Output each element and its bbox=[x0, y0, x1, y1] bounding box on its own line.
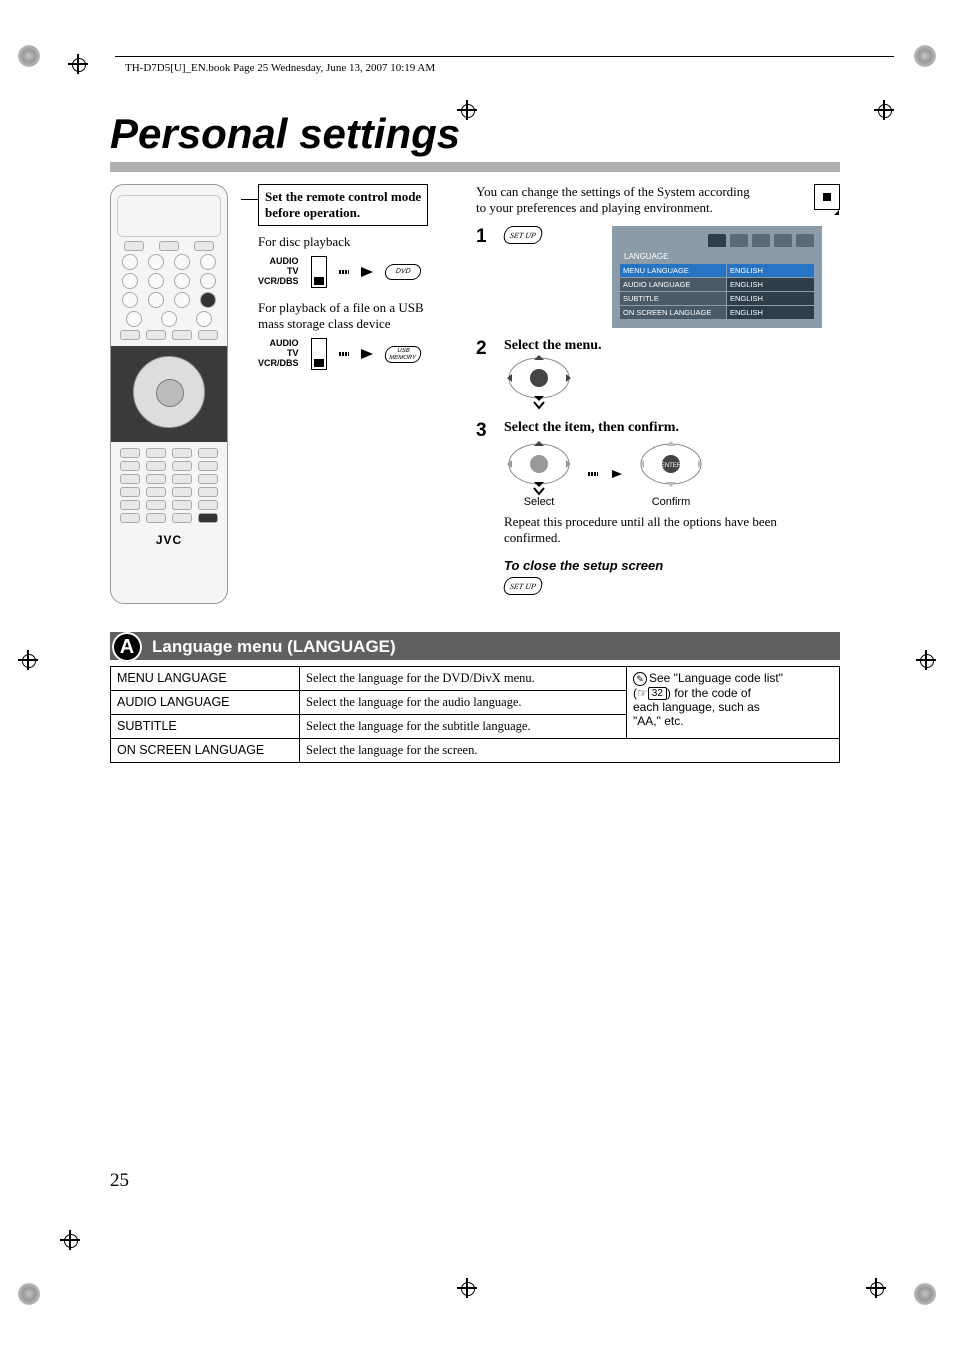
header-rule bbox=[115, 56, 894, 57]
arrow-right-icon bbox=[612, 470, 622, 478]
step-1-number: 1 bbox=[476, 226, 492, 328]
section-heading-bar: A Language menu (LANGUAGE) bbox=[110, 632, 840, 660]
cursor-dpad-select-icon bbox=[504, 440, 574, 496]
hand-pointer-icon: ☞ bbox=[637, 686, 648, 700]
select-caption: Select bbox=[504, 496, 574, 508]
crop-mark bbox=[914, 1283, 936, 1305]
step-2-title: Select the menu. bbox=[504, 338, 840, 354]
note-line4: "AA," etc. bbox=[633, 714, 684, 728]
title-underline bbox=[110, 162, 840, 172]
remote-brand: JVC bbox=[117, 533, 221, 547]
arrow-right-icon bbox=[361, 349, 373, 359]
osd-row: SUBTITLEENGLISH bbox=[620, 292, 814, 305]
mode-vcr-label: VCR/DBS bbox=[258, 359, 299, 369]
registration-mark bbox=[18, 650, 38, 670]
osd-row: ON SCREEN LANGUAGEENGLISH bbox=[620, 306, 814, 319]
osd-section-title: LANGUAGE bbox=[620, 250, 814, 263]
note-line1: See "Language code list" bbox=[649, 671, 783, 685]
registration-mark bbox=[866, 1278, 886, 1298]
table-key: ON SCREEN LANGUAGE bbox=[111, 739, 300, 763]
arrow-right-icon bbox=[361, 267, 373, 277]
mode-title-line1: Set the remote control mode bbox=[265, 189, 421, 204]
registration-mark bbox=[60, 1230, 80, 1250]
registration-mark bbox=[874, 100, 894, 120]
mode-switch-icon bbox=[311, 338, 327, 370]
mode-switch-icon bbox=[311, 256, 327, 288]
intro-line1: You can change the settings of the Syste… bbox=[476, 184, 750, 199]
step-3-number: 3 bbox=[476, 420, 492, 595]
osd-tab-icon bbox=[796, 234, 814, 247]
registration-mark bbox=[68, 54, 88, 74]
stop-icon bbox=[814, 184, 840, 210]
table-key: AUDIO LANGUAGE bbox=[111, 691, 300, 715]
usb-playback-label-2: mass storage class device bbox=[258, 316, 458, 332]
registration-mark bbox=[457, 1278, 477, 1298]
osd-tab-icon bbox=[730, 234, 748, 247]
osd-tab-icon bbox=[774, 234, 792, 247]
table-desc: Select the language for the audio langua… bbox=[300, 691, 627, 715]
section-title: Language menu (LANGUAGE) bbox=[152, 637, 396, 657]
disc-playback-label: For disc playback bbox=[258, 234, 458, 250]
table-desc: Select the language for the subtitle lan… bbox=[300, 715, 627, 739]
page-ref-icon: 32 bbox=[648, 687, 667, 700]
page-number: 25 bbox=[110, 1170, 129, 1192]
registration-mark bbox=[916, 650, 936, 670]
osd-row: AUDIO LANGUAGEENGLISH bbox=[620, 278, 814, 291]
usb-memory-button-icon: USBMEMORY bbox=[383, 346, 421, 363]
table-note: ✎See "Language code list" (☞32) for the … bbox=[627, 667, 840, 739]
section-badge: A bbox=[112, 632, 142, 662]
mode-vcr-label: VCR/DBS bbox=[258, 277, 299, 287]
close-setup-title: To close the setup screen bbox=[504, 558, 840, 573]
running-header: TH-D7D5[U]_EN.book Page 25 Wednesday, Ju… bbox=[125, 62, 435, 74]
step-2-number: 2 bbox=[476, 338, 492, 410]
osd-row: MENU LANGUAGEENGLISH bbox=[620, 264, 814, 277]
table-key: SUBTITLE bbox=[111, 715, 300, 739]
osd-tab-icon bbox=[708, 234, 726, 247]
cursor-dpad-icon bbox=[504, 354, 574, 410]
mode-title-line2: before operation. bbox=[265, 205, 360, 220]
confirm-caption: Confirm bbox=[636, 496, 706, 508]
dvd-button-icon: DVD bbox=[383, 264, 421, 280]
mode-figure-usb: AUDIO TV VCR/DBS USBMEMORY bbox=[258, 338, 458, 370]
table-desc: Select the language for the DVD/DivX men… bbox=[300, 667, 627, 691]
intro-line2: to your preferences and playing environm… bbox=[476, 200, 713, 215]
crop-mark bbox=[18, 45, 40, 67]
repeat-text-1: Repeat this procedure until all the opti… bbox=[504, 514, 777, 529]
table-key: MENU LANGUAGE bbox=[111, 667, 300, 691]
language-table: MENU LANGUAGE Select the language for th… bbox=[110, 666, 840, 763]
usb-playback-label-1: For playback of a file on a USB bbox=[258, 300, 458, 316]
remote-illustration: JVC bbox=[110, 184, 228, 604]
note-icon: ✎ bbox=[633, 672, 647, 686]
cursor-dpad-confirm-icon: ENTER bbox=[636, 440, 706, 496]
crop-mark bbox=[914, 45, 936, 67]
crop-mark bbox=[18, 1283, 40, 1305]
repeat-text-2: confirmed. bbox=[504, 530, 561, 545]
table-desc: Select the language for the screen. bbox=[300, 739, 840, 763]
setup-button-icon: SET UP bbox=[502, 226, 543, 244]
mode-figure-dvd: AUDIO TV VCR/DBS DVD bbox=[258, 256, 458, 288]
osd-tab-icon bbox=[752, 234, 770, 247]
page-title: Personal settings bbox=[110, 110, 840, 158]
note-line3: each language, such as bbox=[633, 700, 760, 714]
setup-button-icon: SET UP bbox=[502, 577, 543, 595]
svg-text:ENTER: ENTER bbox=[661, 463, 682, 469]
osd-screen: LANGUAGE MENU LANGUAGEENGLISH AUDIO LANG… bbox=[612, 226, 822, 328]
step-3-title: Select the item, then confirm. bbox=[504, 420, 840, 436]
